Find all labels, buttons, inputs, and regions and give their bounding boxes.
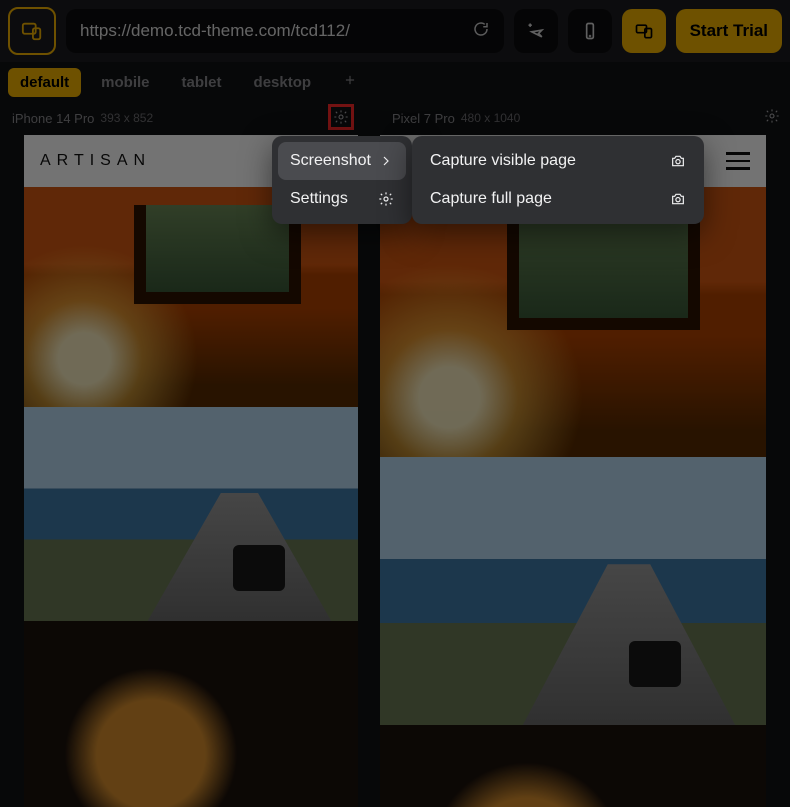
hero-image-ramen <box>24 621 358 807</box>
device-pair-icon <box>19 20 45 42</box>
gear-icon <box>333 109 349 125</box>
device-right-settings-button[interactable] <box>764 108 780 129</box>
device-preview-iphone[interactable]: ARTISAN <box>24 135 358 807</box>
hero-image-ramen <box>380 725 766 807</box>
device-preview-pixel[interactable]: ARTISAN <box>380 135 766 807</box>
add-tab-button[interactable] <box>331 67 369 97</box>
hamburger-icon[interactable] <box>726 152 750 170</box>
device-right-name: Pixel 7 Pro <box>392 111 455 126</box>
hero-image-onsen <box>380 187 766 457</box>
hero-image-coast <box>380 457 766 725</box>
context-menu: Screenshot Settings <box>272 136 412 224</box>
camera-icon <box>670 191 686 207</box>
panel-header-row: iPhone 14 Pro 393 x 852 Pixel 7 Pro 480 … <box>0 102 790 134</box>
gear-icon <box>764 108 780 124</box>
submenu-capture-visible[interactable]: Capture visible page <box>418 142 698 180</box>
context-menu-settings[interactable]: Settings <box>278 180 406 218</box>
context-menu-label: Screenshot <box>290 152 371 170</box>
app-logo-button[interactable] <box>8 7 56 55</box>
start-trial-button[interactable]: Start Trial <box>676 9 782 53</box>
device-right-label: Pixel 7 Pro 480 x 1040 <box>356 102 532 134</box>
device-left-label: iPhone 14 Pro 393 x 852 <box>0 102 356 134</box>
device-tabs: default mobile tablet desktop <box>0 62 790 102</box>
hero-image-coast <box>24 407 358 621</box>
device-left-name: iPhone 14 Pro <box>12 111 94 126</box>
context-menu-label: Settings <box>290 190 348 208</box>
chevron-right-icon <box>378 153 394 169</box>
reload-icon[interactable] <box>472 20 490 43</box>
device-button[interactable] <box>568 9 612 53</box>
submenu-label: Capture visible page <box>430 152 576 170</box>
tab-default[interactable]: default <box>8 68 81 97</box>
device-panels: ARTISAN ARTISAN <box>24 135 766 807</box>
url-text: https://demo.tcd-theme.com/tcd112/ <box>80 21 350 41</box>
plus-icon <box>343 73 357 87</box>
screenshot-submenu: Capture visible page Capture full page <box>412 136 704 224</box>
camera-icon <box>670 153 686 169</box>
context-menu-screenshot[interactable]: Screenshot <box>278 142 406 180</box>
site-brand: ARTISAN <box>40 152 151 170</box>
sync-button[interactable] <box>622 9 666 53</box>
submenu-capture-full[interactable]: Capture full page <box>418 180 698 218</box>
submenu-label: Capture full page <box>430 190 552 208</box>
gear-icon <box>378 191 394 207</box>
magic-cursor-button[interactable] <box>514 9 558 53</box>
device-left-dim: 393 x 852 <box>100 111 153 125</box>
url-bar[interactable]: https://demo.tcd-theme.com/tcd112/ <box>66 9 504 53</box>
tab-desktop[interactable]: desktop <box>242 68 324 97</box>
tab-tablet[interactable]: tablet <box>170 68 234 97</box>
device-left-settings-button[interactable] <box>328 104 354 130</box>
device-right-dim: 480 x 1040 <box>461 111 520 125</box>
tab-mobile[interactable]: mobile <box>89 68 161 97</box>
top-toolbar: https://demo.tcd-theme.com/tcd112/ Start… <box>0 0 790 62</box>
